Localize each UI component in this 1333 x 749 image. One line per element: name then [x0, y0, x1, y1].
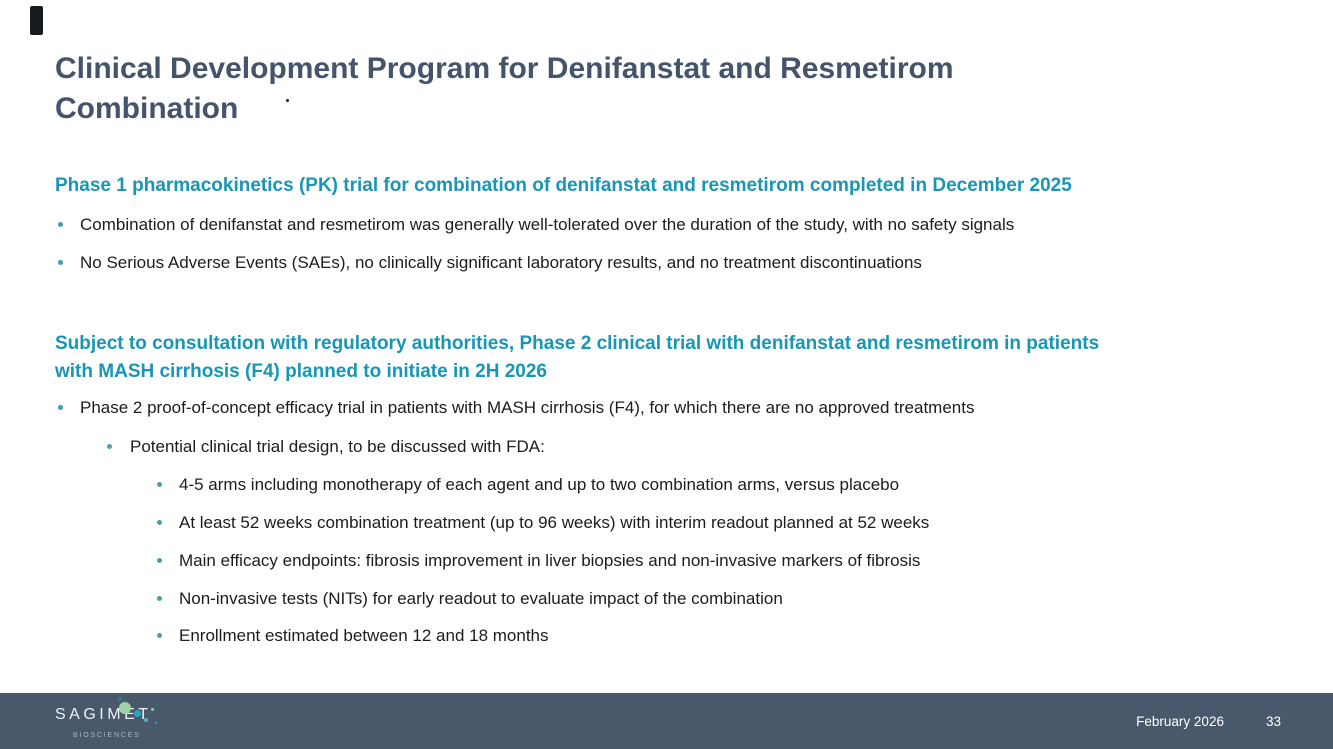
bullet-text: 4-5 arms including monotherapy of each a… — [179, 474, 899, 496]
bullet-dot-icon — [157, 633, 162, 638]
logo-dot-icon — [144, 718, 148, 722]
logo-dot-icon — [134, 710, 141, 717]
bullet-dot-icon — [157, 596, 162, 601]
list-item: Enrollment estimated between 12 and 18 m… — [157, 625, 549, 647]
phase1-heading: Phase 1 pharmacokinetics (PK) trial for … — [55, 172, 1072, 200]
bullet-dot-icon — [58, 405, 63, 410]
cursor-artifact — [30, 6, 43, 35]
slide: Clinical Development Program for Denifan… — [0, 0, 1333, 749]
phase2-heading-line-2: with MASH cirrhosis (F4) planned to init… — [55, 358, 1295, 386]
list-item: Phase 2 proof-of-concept efficacy trial … — [58, 397, 974, 419]
footer-date: February 2026 — [1136, 714, 1224, 729]
list-item: 4-5 arms including monotherapy of each a… — [157, 474, 899, 496]
slide-title-line-1: Clinical Development Program for Denifan… — [55, 49, 1085, 89]
logo-dot-icon — [118, 697, 122, 701]
footer-right: February 2026 33 — [1136, 693, 1333, 749]
logo-dot-icon — [155, 722, 157, 724]
bullet-text: At least 52 weeks combination treatment … — [179, 512, 929, 534]
footer-bar: SAGIMET BIOSCIENCES February 2026 33 — [0, 693, 1333, 749]
list-item: Non-invasive tests (NITs) for early read… — [157, 588, 783, 610]
bullet-text: Potential clinical trial design, to be d… — [130, 436, 545, 458]
bullet-text: Main efficacy endpoints: fibrosis improv… — [179, 550, 920, 572]
list-item: At least 52 weeks combination treatment … — [157, 512, 929, 534]
phase2-heading: Subject to consultation with regulatory … — [55, 330, 1295, 385]
bullet-text: Phase 2 proof-of-concept efficacy trial … — [80, 397, 974, 419]
phase2-heading-line-1: Subject to consultation with regulatory … — [55, 330, 1295, 358]
bullet-dot-icon — [107, 444, 112, 449]
list-item: Main efficacy endpoints: fibrosis improv… — [157, 550, 920, 572]
bullet-dot-icon — [58, 222, 63, 227]
sagimet-logo-subtext: BIOSCIENCES — [73, 732, 141, 739]
list-item: Potential clinical trial design, to be d… — [107, 436, 545, 458]
bullet-text: No Serious Adverse Events (SAEs), no cli… — [80, 252, 922, 274]
bullet-text: Non-invasive tests (NITs) for early read… — [179, 588, 783, 610]
slide-title-line-2: Combination — [55, 89, 1085, 129]
bullet-text: Enrollment estimated between 12 and 18 m… — [179, 625, 549, 647]
bullet-dot-icon — [58, 260, 63, 265]
logo-dot-icon — [151, 708, 154, 711]
bullet-dot-icon — [157, 558, 162, 563]
bullet-dot-icon — [157, 482, 162, 487]
slide-title: Clinical Development Program for Denifan… — [55, 49, 1085, 129]
bullet-dot-icon — [157, 520, 162, 525]
list-item: No Serious Adverse Events (SAEs), no cli… — [58, 252, 922, 274]
page-number: 33 — [1266, 714, 1281, 729]
bullet-text: Combination of denifanstat and resmetiro… — [80, 214, 1014, 236]
list-item: Combination of denifanstat and resmetiro… — [58, 214, 1014, 236]
stray-dot-artifact — [286, 99, 289, 102]
logo-dot-icon — [119, 702, 131, 714]
